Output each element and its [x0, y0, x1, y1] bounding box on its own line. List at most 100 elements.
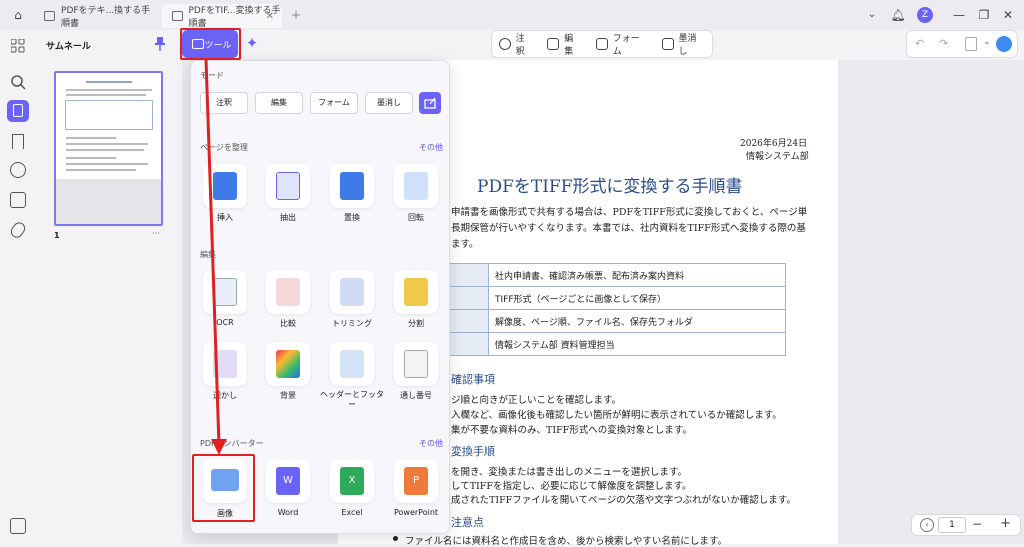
close-tab-icon[interactable]: ✕ — [266, 11, 274, 22]
history-toolbar: ↶ ↷ ⌄ — [906, 30, 1018, 58]
table-row: TIFF形式（ページごとに画像として保存） — [440, 286, 786, 310]
tab-pdf-to-text[interactable]: PDFをテキ...換する手順書 — [34, 4, 158, 29]
search-icon[interactable] — [10, 74, 26, 90]
annotate-tab[interactable]: 注釈 — [499, 31, 533, 57]
doc-intro-3: ます。 — [451, 239, 479, 250]
tab-pdf-to-tiff[interactable]: PDFをTIF...変換する手順書 ✕ — [162, 4, 282, 29]
organize-more-link[interactable]: その他 — [419, 142, 443, 153]
annotation-arrow — [204, 58, 227, 455]
doc-check-2: 入欄など、画像化後も確認したい箇所が鮮明に表示されているか確認します。 — [451, 410, 782, 421]
doc-intro-1: 申請書を画像形式で共有する場合は、PDFをTIFF形式に変換しておくと、ページ単 — [451, 207, 808, 218]
crop-icon — [340, 278, 364, 306]
form-tab[interactable]: フォーム — [595, 31, 648, 57]
tool-label: ヘッダーとフッター — [320, 390, 384, 409]
doc-step-3: 成されたTIFFファイルを開いてページの欠落や文字つぶれがないか確認します。 — [451, 495, 796, 506]
tool-label: 回転 — [408, 213, 424, 222]
redact-tab[interactable]: 墨消し — [661, 31, 705, 57]
more-icon[interactable]: ··· — [152, 229, 160, 238]
pin-icon[interactable] — [154, 36, 166, 51]
excel-icon: X — [340, 467, 364, 495]
highlight-image-tool — [192, 454, 255, 522]
page-thumbnail[interactable] — [54, 71, 163, 226]
layers-icon[interactable] — [10, 192, 26, 208]
tool-label: 分割 — [408, 319, 424, 328]
crop-tool[interactable] — [330, 270, 374, 314]
bates-number-tool[interactable] — [394, 342, 438, 386]
doc-heading-check: 確認事項 — [451, 373, 495, 386]
tool-label: 通し番号 — [400, 391, 432, 400]
converter-more-link[interactable]: その他 — [419, 438, 443, 449]
thumbnail-panel-icon[interactable] — [7, 100, 29, 122]
minimize-icon[interactable]: — — [951, 7, 967, 23]
doc-intro-2: 長期保管が行いやすくなります。本書では、社内資料をTIFF形式へ変換する際の基 — [451, 223, 806, 234]
avatar[interactable]: Z — [917, 7, 933, 23]
mode-redact-button[interactable]: 墨消し — [365, 92, 413, 114]
convert-word-tool[interactable]: W — [266, 459, 310, 503]
extract-tool[interactable] — [266, 164, 310, 208]
share-icon[interactable] — [419, 92, 441, 114]
doc-step-2: してTIFFを指定し、必要に応じて解像度を調整します。 — [451, 481, 692, 492]
grid-icon[interactable] — [10, 38, 25, 53]
replace-tool[interactable] — [330, 164, 374, 208]
chevron-down-icon[interactable]: ⌄ — [864, 7, 880, 23]
background-tool[interactable] — [266, 342, 310, 386]
redo-icon[interactable]: ↷ — [939, 37, 948, 50]
doc-check-3: 集が不要な資料のみ、TIFF形式への変換対象とします。 — [451, 425, 692, 436]
bookmark-icon[interactable] — [12, 134, 24, 149]
ai-sparkle-icon[interactable]: ✦ — [243, 34, 261, 52]
edit-tab[interactable]: 編集 — [547, 31, 581, 57]
rotate-tool[interactable] — [394, 164, 438, 208]
bates-number-icon — [404, 350, 428, 378]
bullet — [393, 536, 398, 541]
bell-icon[interactable]: 🔔︎ — [890, 7, 906, 23]
doc-heading-steps: 変換手順 — [451, 445, 495, 458]
comment-icon[interactable] — [10, 162, 26, 178]
annotate-label: 注釈 — [515, 34, 525, 57]
undo-icon[interactable]: ↶ — [915, 37, 924, 50]
tool-label: トリミング — [332, 319, 372, 328]
mode-form-button[interactable]: フォーム — [310, 92, 358, 114]
doc-title: PDFをTIFF形式に変換する手順書 — [477, 177, 743, 197]
home-icon[interactable]: ⌂ — [10, 7, 26, 23]
word-icon: W — [276, 467, 300, 495]
feedback-icon[interactable] — [10, 518, 26, 534]
table-row: 解像度、ページ順、ファイル名、保存先フォルダ — [440, 309, 786, 333]
chevron-down-icon[interactable]: ⌄ — [983, 37, 991, 47]
doc-note-1: ファイル名には資料名と作成日を含め、後から検索しやすい名前にします。 — [405, 536, 727, 547]
form-icon — [595, 38, 608, 50]
powerpoint-icon: P — [404, 467, 428, 495]
tool-label: 比較 — [280, 319, 296, 328]
document-icon — [44, 11, 56, 21]
convert-powerpoint-tool[interactable]: P — [394, 459, 438, 503]
compare-tool[interactable] — [266, 270, 310, 314]
tool-label: 抽出 — [280, 213, 296, 222]
zoom-out-icon[interactable]: − — [972, 517, 982, 531]
convert-excel-tool[interactable]: X — [330, 459, 374, 503]
save-icon[interactable] — [965, 37, 977, 51]
mode-edit-button[interactable]: 編集 — [255, 92, 303, 114]
replace-icon — [340, 172, 364, 200]
attachment-icon[interactable] — [8, 220, 28, 240]
page-number-input[interactable]: 1 — [938, 517, 966, 533]
extract-icon — [276, 172, 300, 200]
edit-icon — [547, 38, 560, 50]
new-tab-icon[interactable]: + — [288, 7, 304, 23]
zoom-in-icon[interactable]: + — [1000, 516, 1011, 531]
tool-label: Excel — [341, 508, 363, 517]
rotate-icon — [404, 172, 428, 200]
table-cell: TIFF形式（ページごとに画像として保存） — [488, 286, 786, 310]
tab-label: PDFをテキ...換する手順書 — [61, 6, 151, 29]
previous-page-icon[interactable]: ‹ — [920, 518, 934, 532]
assistant-icon[interactable] — [996, 36, 1012, 52]
close-window-icon[interactable]: ✕ — [1000, 7, 1016, 23]
tool-label: 背景 — [280, 391, 296, 400]
split-icon — [404, 278, 428, 306]
header-footer-icon — [340, 350, 364, 378]
table-cell: 情報システム部 資料管理担当 — [488, 332, 786, 356]
restore-icon[interactable]: ❐ — [976, 7, 992, 23]
page-number-label: 1 — [54, 231, 60, 240]
header-footer-tool[interactable] — [330, 342, 374, 386]
doc-date: 2026年6月24日 — [740, 139, 808, 149]
split-tool[interactable] — [394, 270, 438, 314]
mode-toolbar: 注釈 編集 フォーム 墨消し — [491, 30, 713, 58]
